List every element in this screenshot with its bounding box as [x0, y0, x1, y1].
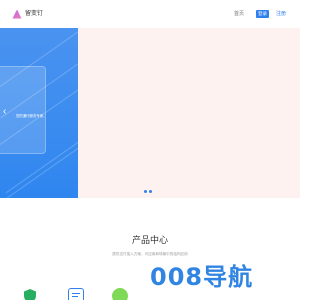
shield-icon [24, 289, 36, 300]
section-title: 产品中心 [131, 235, 168, 245]
hero-prev-arrow[interactable]: ‹ [3, 107, 6, 117]
section-subtitle: 提供支付接入方案、可应用和场景中的结构应用 [112, 252, 188, 256]
hero-slide-image: ‹ 您的通行服务专家。 [0, 28, 78, 198]
carousel-dot[interactable] [144, 190, 147, 193]
brand-name[interactable]: 留变钉 [25, 9, 43, 19]
login-button[interactable]: 登录 [256, 10, 269, 18]
circle-icon [112, 288, 128, 300]
logo-icon[interactable] [12, 9, 22, 19]
nav-home-link[interactable]: 首页 [234, 10, 244, 18]
header: 留变钉 首页 登录 注册 [0, 0, 300, 28]
register-link[interactable]: 注册 [276, 10, 286, 18]
hero-text: 您的通行服务专家。 [16, 114, 47, 118]
carousel-dots [144, 190, 154, 194]
hero-banner: ‹ 您的通行服务专家。 [0, 28, 300, 198]
hero-card [0, 66, 46, 154]
page: 留变钉 首页 登录 注册 ‹ 您的通行服务专家。 产品中心 提供支付接入方案、可… [0, 0, 300, 300]
carousel-dot[interactable] [149, 190, 152, 193]
document-icon [68, 288, 84, 300]
watermark-logo: 008导航 [150, 263, 254, 291]
